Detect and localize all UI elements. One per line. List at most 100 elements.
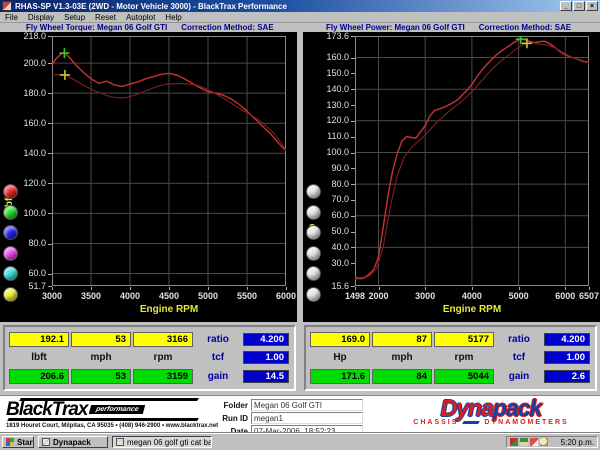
plot-area[interactable] <box>355 36 589 286</box>
tray-app-icon[interactable] <box>530 438 538 446</box>
torque-readout-panel: 192.1 53 3166 ratio 4.200 lbft mph rpm t… <box>3 325 296 391</box>
x-tick-mark <box>208 287 209 290</box>
y-tick-mark <box>351 168 355 169</box>
power-cursor2-speed: 84 <box>372 369 432 384</box>
y-tick-mark <box>351 121 355 122</box>
x-tick-label: 4000 <box>452 291 492 301</box>
plot-area[interactable] <box>52 36 286 286</box>
dynapack-logo: Dynapack CHASSIS DYNAMOMETERS <box>388 397 594 426</box>
torque-ratio-label: ratio <box>195 334 241 345</box>
title-bar: RHAS-SP V1.3-03E (2WD - Motor Vehicle 30… <box>0 0 600 12</box>
power-tcf-value[interactable]: 1.00 <box>544 351 590 364</box>
x-tick-mark <box>52 287 53 290</box>
y-tick-mark <box>351 200 355 201</box>
curve-select-button-1[interactable] <box>3 184 18 199</box>
torque-unit-label: lbft <box>9 352 69 363</box>
dynapack-dash-icon <box>463 421 481 424</box>
dynapack-sub-dynamometers: DYNAMOMETERS <box>484 419 568 426</box>
y-tick-mark <box>351 105 355 106</box>
clock[interactable]: 5:20 p.m. <box>550 438 594 447</box>
curve-select-button-1[interactable] <box>306 184 321 199</box>
torque-cursor2-value: 206.6 <box>9 369 69 384</box>
torque-correction-method: Correction Method: SAE <box>181 23 273 32</box>
curve-select-button-4[interactable] <box>3 246 18 261</box>
taskbar: Start Dynapack megan 06 golf gti cat bac… <box>0 433 600 450</box>
torque-ratio-value[interactable]: 4.200 <box>243 333 289 346</box>
curve-select-button-3[interactable] <box>306 225 321 240</box>
curve-select-button-2[interactable] <box>306 205 321 220</box>
torque-tcf-value[interactable]: 1.00 <box>243 351 289 364</box>
start-button[interactable]: Start <box>2 436 34 448</box>
curve-select-button-6[interactable] <box>3 287 18 302</box>
y-tick-label: 40.0 <box>317 243 349 252</box>
menu-reset[interactable]: Reset <box>95 13 116 22</box>
y-tick-mark <box>351 36 355 37</box>
y-tick-label: 90.0 <box>317 164 349 173</box>
torque-cursor1-speed: 53 <box>71 332 131 347</box>
torque-cursor2-rpm: 3159 <box>133 369 193 384</box>
close-button[interactable]: × <box>586 1 598 11</box>
maximize-button[interactable]: □ <box>573 1 585 11</box>
curve-select-button-4[interactable] <box>306 246 321 261</box>
y-tick-mark <box>351 73 355 74</box>
x-tick-mark <box>589 287 590 290</box>
x-tick-mark <box>130 287 131 290</box>
screen: RHAS-SP V1.3-03E (2WD - Motor Vehicle 30… <box>0 0 600 450</box>
x-tick-label: 3500 <box>71 291 111 301</box>
task-button-dynapack[interactable]: Dynapack <box>38 436 108 448</box>
menu-setup[interactable]: Setup <box>64 13 85 22</box>
speed-unit-label: mph <box>71 352 131 363</box>
y-tick-mark <box>48 153 52 154</box>
power-cursor1-value: 169.0 <box>310 332 370 347</box>
x-tick-label: 4000 <box>110 291 150 301</box>
x-tick-mark <box>286 287 287 290</box>
x-tick-mark <box>565 287 566 290</box>
curve-select-button-5[interactable] <box>306 266 321 281</box>
task-button-paint-document[interactable]: megan 06 golf gti cat bac... <box>112 436 212 448</box>
dynapack-task-icon <box>42 438 50 446</box>
power-gain-value[interactable]: 2.6 <box>544 370 590 383</box>
folder-field[interactable] <box>251 399 363 411</box>
power-cursor1-speed: 87 <box>372 332 432 347</box>
curve-select-button-3[interactable] <box>3 225 18 240</box>
menu-file[interactable]: File <box>5 13 18 22</box>
y-tick-mark <box>351 263 355 264</box>
y-tick-label: 130.0 <box>317 101 349 110</box>
tray-scheduler-icon[interactable] <box>540 438 548 446</box>
power-correction-method: Correction Method: SAE <box>479 23 571 32</box>
speed-unit-label-2: mph <box>372 352 432 363</box>
power-chart-title: Fly Wheel Power: Megan 06 Golf GTI <box>326 23 465 32</box>
power-cursor2-rpm: 5044 <box>434 369 494 384</box>
x-tick-mark <box>519 287 520 290</box>
chart-headers: Fly Wheel Torque: Megan 06 Golf GTI Corr… <box>0 23 600 32</box>
blacktrax-logo: BlackTrax performance 1819 Houret Court,… <box>6 398 211 429</box>
dynapack-sub-chassis: CHASSIS <box>413 419 458 426</box>
y-tick-label: 30.0 <box>317 259 349 268</box>
x-tick-label: 6000 <box>266 291 297 301</box>
power-ratio-value[interactable]: 4.200 <box>544 333 590 346</box>
curve-select-button-5[interactable] <box>3 266 18 281</box>
x-tick-mark <box>169 287 170 290</box>
minimize-button[interactable]: _ <box>560 1 572 11</box>
y-tick-label: 100.0 <box>317 148 349 157</box>
cursor-cross-marker <box>60 70 70 80</box>
torque-gain-value[interactable]: 14.5 <box>243 370 289 383</box>
window-title: RHAS-SP V1.3-03E (2WD - Motor Vehicle 30… <box>15 2 559 11</box>
tray-display-icon[interactable] <box>520 438 528 446</box>
menu-display[interactable]: Display <box>28 13 54 22</box>
menu-autoplot[interactable]: Autoplot <box>126 13 155 22</box>
power-cursor1-rpm: 5177 <box>434 332 494 347</box>
power-gain-label: gain <box>496 371 542 382</box>
x-tick-label: 5500 <box>227 291 267 301</box>
curve-select-button-6[interactable] <box>306 287 321 302</box>
x-tick-mark <box>247 287 248 290</box>
curve-select-button-2[interactable] <box>3 205 18 220</box>
y-tick-mark <box>351 232 355 233</box>
menu-help[interactable]: Help <box>165 13 181 22</box>
run-id-label: Run ID <box>213 414 251 423</box>
run-id-field[interactable] <box>251 412 363 424</box>
x-tick-mark <box>379 287 380 290</box>
power-cursor2-value: 171.6 <box>310 369 370 384</box>
tray-sound-icon[interactable] <box>510 438 518 446</box>
y-tick-mark <box>48 93 52 94</box>
